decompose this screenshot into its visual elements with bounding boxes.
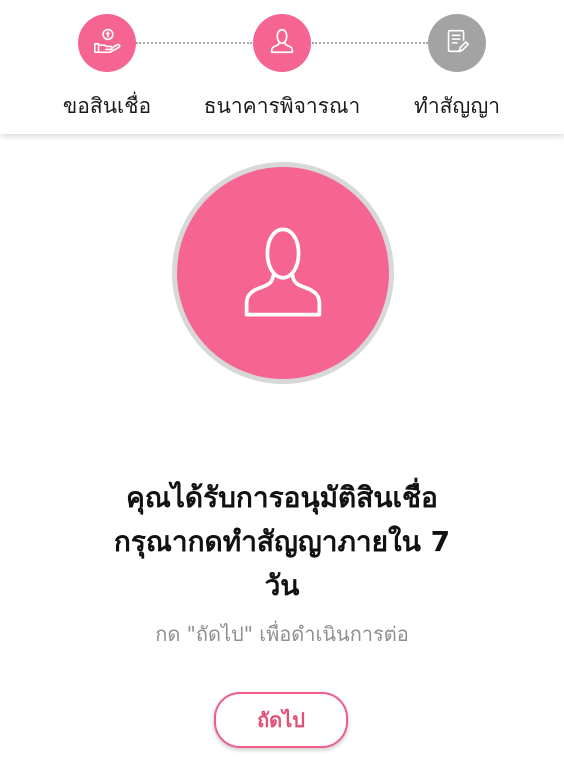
step-1-label: ขอสินเชื่อ [62,94,152,118]
next-button[interactable]: ถัดไป [214,692,348,748]
loan-approval-screen: ขอสินเชื่อ ธนาคารพิจารณา ทำสัญญา คุณได้ร… [0,0,564,768]
instruction-text: กด "ถัดไป" เพื่อดำเนินการต่อ [155,622,409,646]
step-connector-2 [312,42,428,44]
step-connector-1 [136,42,252,44]
headline-line-3: วัน [264,569,300,602]
hand-money-icon [92,26,122,60]
hero-avatar [177,167,389,379]
document-sign-icon [442,26,472,60]
step-1-circle [78,14,136,72]
next-button-label: ถัดไป [257,708,305,732]
step-2-circle [253,14,311,72]
hero-avatar-ring [172,162,394,384]
step-3-label: ทำสัญญา [413,94,501,118]
headline-line-2: กรุณากดทำสัญญาภายใน 7 [113,525,451,558]
user-icon [267,26,297,60]
user-icon [231,219,335,327]
progress-stepper: ขอสินเชื่อ ธนาคารพิจารณา ทำสัญญา [0,0,564,134]
step-3-circle [428,14,486,72]
approval-headline: คุณได้รับการอนุมัติสินเชื่อ กรุณากดทำสัญ… [82,476,482,608]
step-2-label: ธนาคารพิจารณา [203,94,361,118]
headline-line-1: คุณได้รับการอนุมัติสินเชื่อ [126,481,438,514]
